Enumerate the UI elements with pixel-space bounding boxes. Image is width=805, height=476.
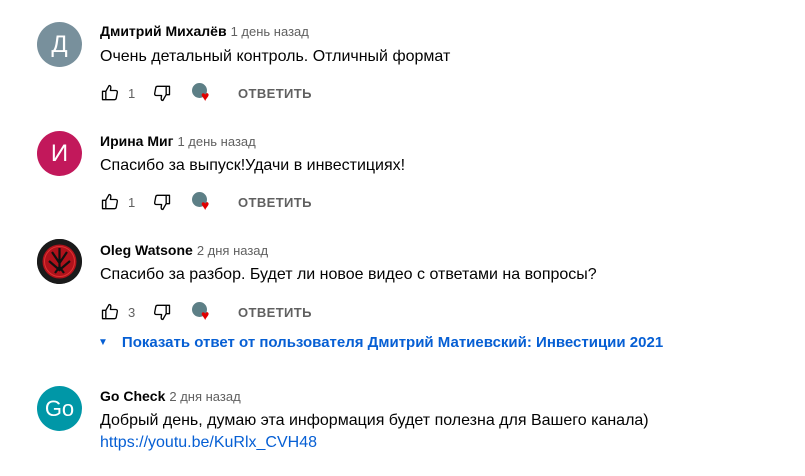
dislike-icon[interactable] xyxy=(152,302,172,322)
comment-time[interactable]: 1 день назад xyxy=(231,24,309,39)
like-count: 3 xyxy=(128,304,136,320)
reply-button[interactable]: ОТВЕТИТЬ xyxy=(238,86,312,101)
comment-link[interactable]: https://youtu.be/KuRlx_CVH48 xyxy=(100,434,317,452)
comment-header: Ирина Миг 1 день назад xyxy=(100,133,256,149)
avatar[interactable] xyxy=(37,239,82,284)
creator-heart-icon: ♥ xyxy=(192,301,214,323)
author-name[interactable]: Go Check xyxy=(100,388,165,404)
creator-heart-icon: ♥ xyxy=(192,191,214,213)
comment-time[interactable]: 1 день назад xyxy=(177,134,255,149)
logo-avatar-icon xyxy=(37,239,82,284)
comment-actions: 1 ♥ ОТВЕТИТЬ xyxy=(100,81,312,105)
dislike-icon[interactable] xyxy=(152,192,172,212)
avatar[interactable]: Д xyxy=(37,22,82,67)
creator-heart-icon: ♥ xyxy=(192,82,214,104)
author-name[interactable]: Oleg Watsone xyxy=(100,242,193,258)
comment-text: Добрый день, думаю эта информация будет … xyxy=(100,412,649,429)
comment-time[interactable]: 2 дня назад xyxy=(197,243,268,258)
like-count: 1 xyxy=(128,85,136,101)
author-name[interactable]: Дмитрий Михалёв xyxy=(100,23,227,39)
comment-text: Спасибо за выпуск!Удачи в инвестициях! xyxy=(100,157,406,174)
reply-button[interactable]: ОТВЕТИТЬ xyxy=(238,195,312,210)
like-count: 1 xyxy=(128,194,136,210)
comment-header: Oleg Watsone 2 дня назад xyxy=(100,242,268,258)
comment-text: Спасибо за разбор. Будет ли новое видео … xyxy=(100,266,597,283)
chevron-down-icon: ▼ xyxy=(98,337,108,348)
comment-actions: 3 ♥ ОТВЕТИТЬ xyxy=(100,300,312,324)
comment-header: Go Check 2 дня назад xyxy=(100,388,241,404)
like-icon[interactable] xyxy=(100,83,120,103)
show-replies-button[interactable]: ▼ Показать ответ от пользователя Дмитрий… xyxy=(98,334,663,351)
comment-text: Очень детальный контроль. Отличный форма… xyxy=(100,48,451,65)
avatar[interactable]: Go xyxy=(37,386,82,431)
show-replies-label: Показать ответ от пользователя Дмитрий М… xyxy=(121,334,664,351)
author-name[interactable]: Ирина Миг xyxy=(100,133,173,149)
like-icon[interactable] xyxy=(100,302,120,322)
like-icon[interactable] xyxy=(100,192,120,212)
comment-time[interactable]: 2 дня назад xyxy=(169,389,240,404)
comment-actions: 1 ♥ ОТВЕТИТЬ xyxy=(100,190,312,214)
avatar[interactable]: И xyxy=(37,131,82,176)
dislike-icon[interactable] xyxy=(152,83,172,103)
reply-button[interactable]: ОТВЕТИТЬ xyxy=(238,305,312,320)
comment-header: Дмитрий Михалёв 1 день назад xyxy=(100,23,309,39)
